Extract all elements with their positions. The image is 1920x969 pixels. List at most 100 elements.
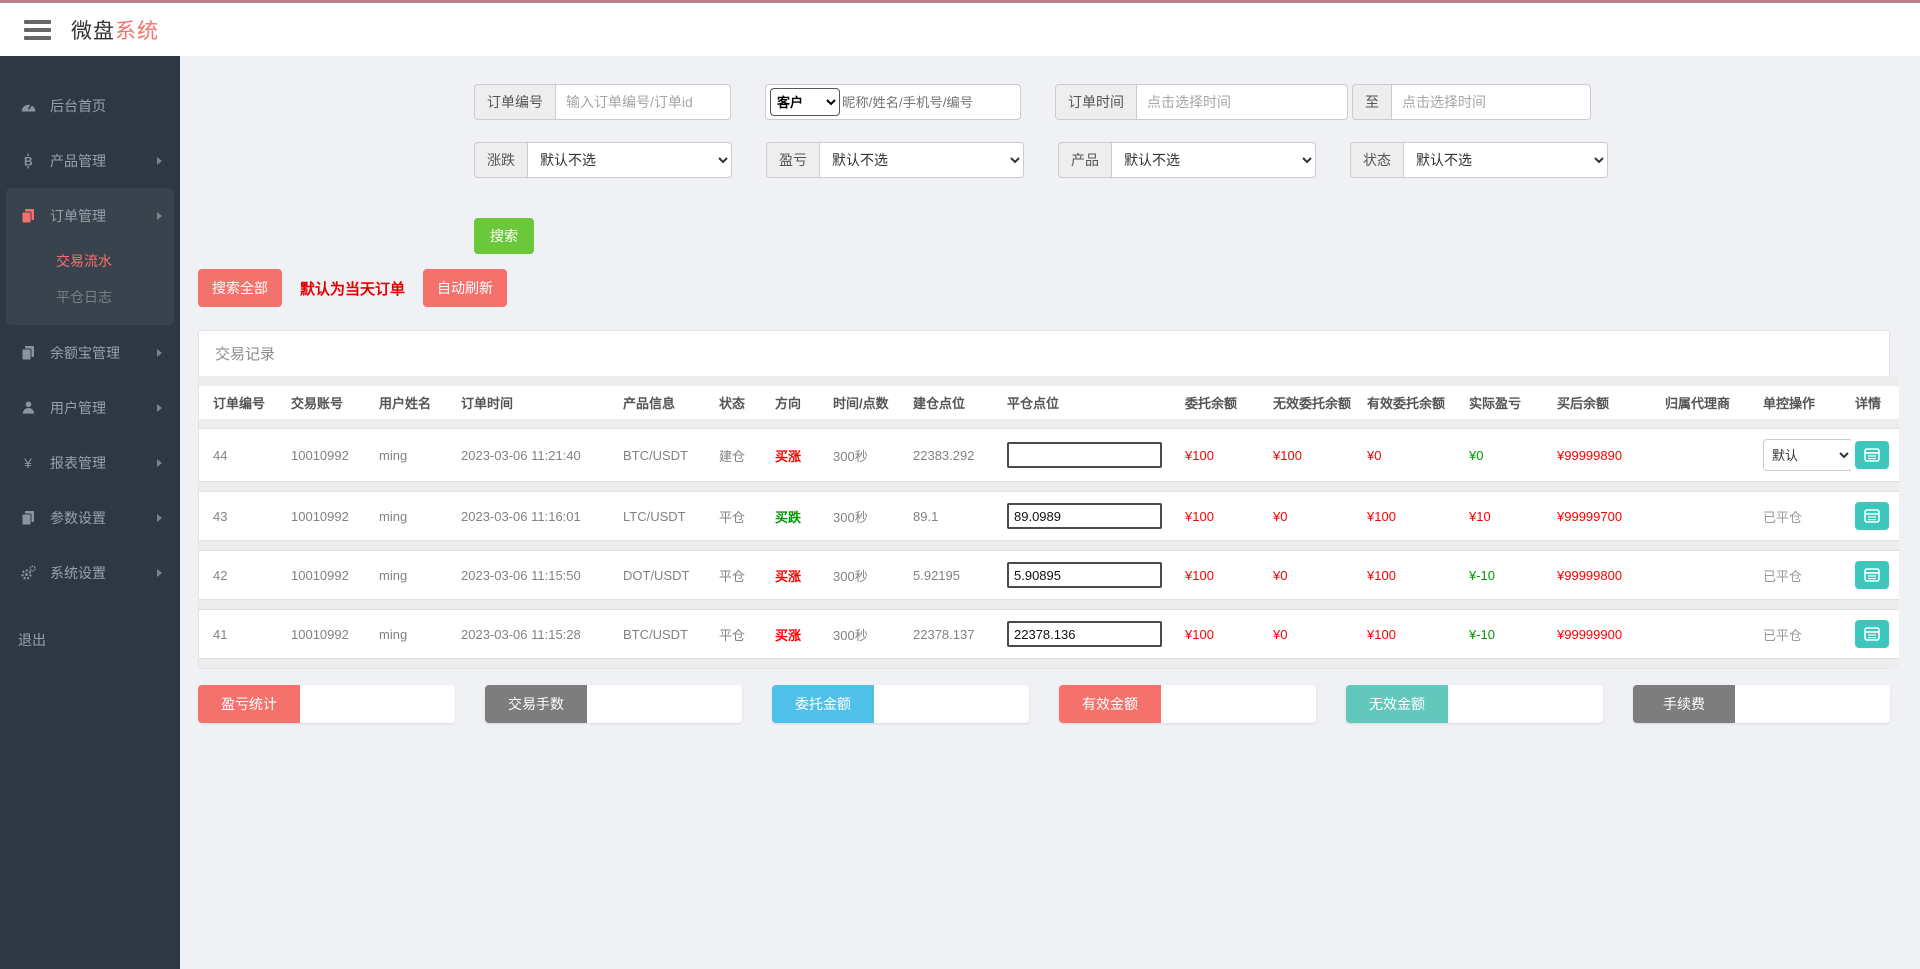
cell-order-time: 2023-03-06 11:15:50: [457, 550, 619, 600]
sidebar-item-params[interactable]: 参数设置: [0, 490, 180, 545]
detail-button[interactable]: [1855, 441, 1889, 469]
main-content: 订单编号 客户 订单时间 至 涨跌 默认不选: [180, 56, 1920, 969]
trade-records-panel: 交易记录 订单编号 交易账号 用户姓名 订单时间 产品信息: [198, 330, 1890, 669]
table-list-icon: [1864, 448, 1880, 462]
logo-text: 微盘: [71, 20, 115, 43]
summary-label: 盈亏统计: [198, 685, 300, 723]
profit-select[interactable]: 默认不选: [819, 142, 1024, 178]
sidebar-subitem-close-log[interactable]: 平仓日志: [56, 279, 174, 315]
cell-close-price: [1003, 491, 1181, 541]
cell-invalid-entrust: ¥100: [1269, 428, 1363, 482]
cell-invalid-entrust: ¥0: [1269, 491, 1363, 541]
cell-detail: [1851, 609, 1899, 659]
sidebar-item-system[interactable]: 系统设置: [0, 545, 180, 600]
cell-entrust-balance: ¥100: [1181, 491, 1269, 541]
sidebar-item-yuebao[interactable]: 余额宝管理: [0, 325, 180, 380]
order-time-end-input[interactable]: [1391, 84, 1591, 120]
cell-account: 10010992: [287, 609, 375, 659]
close-price-input[interactable]: [1007, 621, 1162, 647]
cell-order-time: 2023-03-06 11:21:40: [457, 428, 619, 482]
gear-icon: [18, 565, 38, 581]
chevron-right-icon: [157, 349, 162, 357]
cell-actual-profit: ¥-10: [1465, 609, 1553, 659]
cell-duration: 300秒: [829, 550, 909, 600]
chevron-right-icon: [157, 514, 162, 522]
cell-direction: 买涨: [771, 428, 829, 482]
chevron-right-icon: [157, 459, 162, 467]
col-username: 用户姓名: [375, 386, 457, 419]
updown-label: 涨跌: [474, 142, 527, 178]
table-header-row: 订单编号 交易账号 用户姓名 订单时间 产品信息 状态 方向 时间/点数 建仓点…: [199, 386, 1899, 419]
cell-detail: [1851, 491, 1899, 541]
action-bar: 搜索全部 默认为当天订单 自动刷新: [198, 269, 1904, 307]
cell-agent: [1661, 550, 1759, 600]
col-product: 产品信息: [619, 386, 715, 419]
sidebar-item-label: 后台首页: [50, 96, 106, 116]
cell-direction: 买跌: [771, 491, 829, 541]
cell-username: ming: [375, 428, 457, 482]
cell-after-balance: ¥99999890: [1553, 428, 1661, 482]
cell-duration: 300秒: [829, 428, 909, 482]
status-filter: 状态 默认不选: [1350, 142, 1608, 178]
sidebar-item-orders[interactable]: 订单管理: [6, 188, 174, 243]
product-select[interactable]: 默认不选: [1111, 142, 1316, 178]
sidebar-item-products[interactable]: B 产品管理: [0, 133, 180, 188]
summary-bar: 盈亏统计 交易手数 委托金额 有效金额 无效金额 手续费: [198, 685, 1890, 723]
cell-order-id: 42: [199, 550, 287, 600]
sidebar-item-dashboard[interactable]: 后台首页: [0, 78, 180, 133]
status-select[interactable]: 默认不选: [1403, 142, 1608, 178]
cell-open-price: 22383.292: [909, 428, 1003, 482]
profit-label: 盈亏: [766, 142, 819, 178]
search-button[interactable]: 搜索: [474, 218, 534, 254]
cell-invalid-entrust: ¥0: [1269, 550, 1363, 600]
cell-close-price: [1003, 550, 1181, 600]
panel-title: 交易记录: [199, 331, 1889, 377]
cell-order-time: 2023-03-06 11:16:01: [457, 491, 619, 541]
col-valid-entrust: 有效委托余额: [1363, 386, 1465, 419]
cell-username: ming: [375, 609, 457, 659]
col-status: 状态: [715, 386, 771, 419]
detail-button[interactable]: [1855, 620, 1889, 648]
sidebar-item-users[interactable]: 用户管理: [0, 380, 180, 435]
col-after-balance: 买后余额: [1553, 386, 1661, 419]
search-all-button[interactable]: 搜索全部: [198, 269, 282, 307]
close-price-input[interactable]: [1007, 442, 1162, 468]
col-account: 交易账号: [287, 386, 375, 419]
cell-status: 平仓: [715, 609, 771, 659]
profit-filter: 盈亏 默认不选: [766, 142, 1024, 178]
logout-label: 退出: [18, 632, 46, 648]
cell-status: 平仓: [715, 491, 771, 541]
auto-refresh-button[interactable]: 自动刷新: [423, 269, 507, 307]
customer-type-select[interactable]: 客户: [770, 88, 840, 116]
close-price-input[interactable]: [1007, 562, 1162, 588]
summary-label: 交易手数: [485, 685, 587, 723]
detail-button[interactable]: [1855, 502, 1889, 530]
sidebar-submenu: 交易流水 平仓日志: [6, 243, 174, 315]
cell-open-price: 22378.137: [909, 609, 1003, 659]
summary-valid-amount: 有效金额: [1059, 685, 1316, 723]
col-open-price: 建仓点位: [909, 386, 1003, 419]
logout-button[interactable]: 退出: [0, 600, 180, 680]
control-select[interactable]: 默认: [1763, 439, 1851, 471]
summary-label: 委托金额: [772, 685, 874, 723]
cell-order-id: 43: [199, 491, 287, 541]
order-time-start-input[interactable]: [1136, 84, 1348, 120]
updown-select[interactable]: 默认不选: [527, 142, 732, 178]
close-price-input[interactable]: [1007, 503, 1162, 529]
detail-button[interactable]: [1855, 561, 1889, 589]
cell-detail: [1851, 550, 1899, 600]
sidebar-subitem-trade-flow[interactable]: 交易流水: [56, 243, 174, 279]
col-direction: 方向: [771, 386, 829, 419]
cell-invalid-entrust: ¥0: [1269, 609, 1363, 659]
table-row: 42 10010992 ming 2023-03-06 11:15:50 DOT…: [199, 550, 1899, 600]
chevron-right-icon: [157, 404, 162, 412]
col-close-price: 平仓点位: [1003, 386, 1181, 419]
summary-value: [587, 685, 742, 723]
cell-close-price: [1003, 609, 1181, 659]
hamburger-menu-icon[interactable]: [24, 20, 51, 40]
order-no-input[interactable]: [555, 84, 731, 120]
sidebar-item-reports[interactable]: ¥ 报表管理: [0, 435, 180, 490]
customer-input[interactable]: [840, 94, 1020, 111]
copy-icon: [18, 510, 38, 526]
cell-entrust-balance: ¥100: [1181, 428, 1269, 482]
